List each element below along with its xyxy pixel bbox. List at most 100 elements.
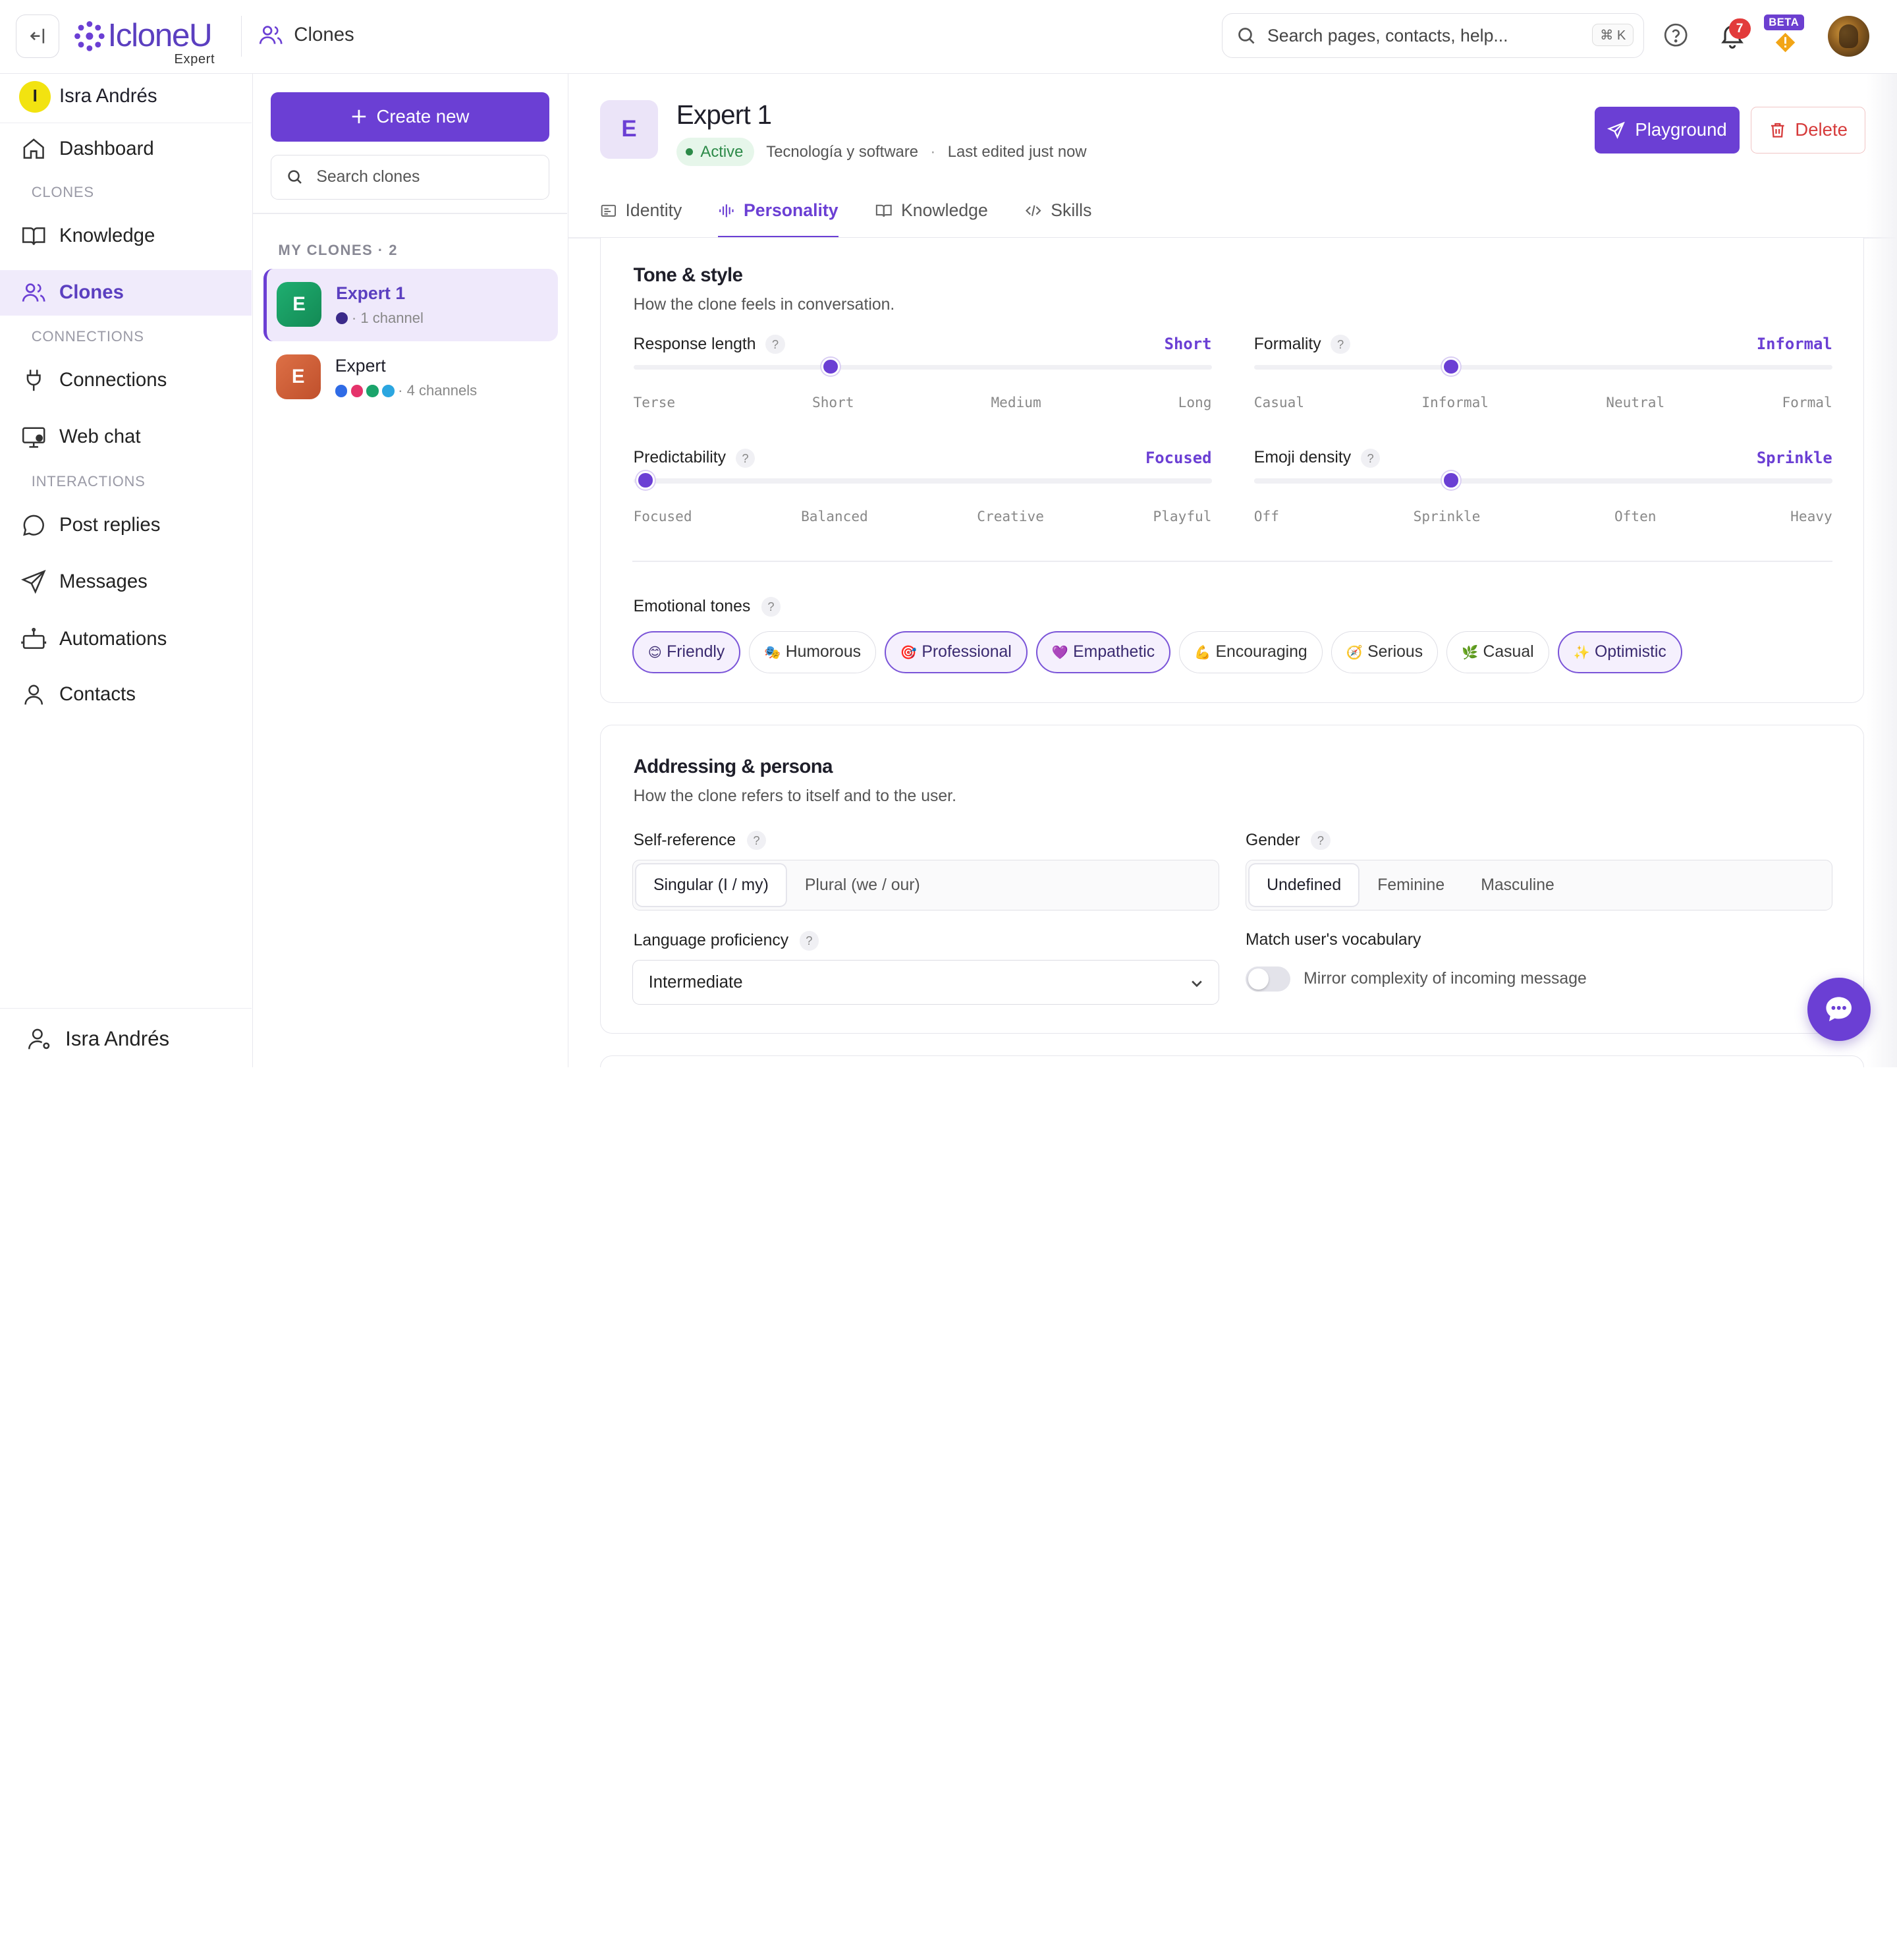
help-badge[interactable]: ? bbox=[1331, 334, 1350, 354]
gender-masculine[interactable]: Masculine bbox=[1464, 864, 1572, 905]
user-settings-icon bbox=[28, 1028, 50, 1050]
top-header: IcloneU Expert Clones Search pages, cont… bbox=[0, 0, 1897, 74]
gender-segmented: Undefined Feminine Masculine bbox=[1245, 860, 1832, 911]
tone-chip-casual[interactable]: 🌿 Casual bbox=[1446, 630, 1549, 674]
persona-title: Addressing & persona bbox=[633, 756, 833, 778]
tone-chip-optimistic[interactable]: ✨ Optimistic bbox=[1557, 630, 1682, 674]
support-chat-button[interactable] bbox=[1807, 978, 1871, 1041]
sidebar-user-switcher[interactable]: I Isra Andrés bbox=[0, 74, 252, 124]
help-badge[interactable]: ? bbox=[1360, 448, 1381, 468]
slider-thumb[interactable] bbox=[821, 357, 840, 376]
slider-tick-label[interactable]: Often bbox=[1614, 508, 1657, 524]
slider-tick-label[interactable]: Focused bbox=[634, 508, 692, 524]
clone-header-avatar: E bbox=[599, 100, 659, 159]
right-scroll-edge bbox=[1867, 74, 1897, 1067]
clone-list-item[interactable]: E Expert 1 · 1 channel bbox=[263, 268, 558, 341]
slider-tick-label[interactable]: Playful bbox=[1153, 508, 1212, 524]
clone-tabs: Identity Personality Knowledge Skills bbox=[600, 190, 1091, 239]
slider-tick-label[interactable]: Casual bbox=[1254, 394, 1304, 410]
match-vocabulary-toggle[interactable] bbox=[1245, 966, 1290, 992]
tone-chip-friendly[interactable]: 😊 Friendly bbox=[632, 630, 741, 674]
tone-chip-humorous[interactable]: 🎭 Humorous bbox=[749, 630, 877, 674]
slider-tick-label[interactable]: Heavy bbox=[1790, 508, 1832, 524]
slider-tick-label[interactable]: Long bbox=[1178, 394, 1212, 410]
self-reference-segmented: Singular (I / my) Plural (we / our) bbox=[632, 860, 1219, 911]
self-reference-singular[interactable]: Singular (I / my) bbox=[636, 864, 786, 906]
slider-tick-label[interactable]: Informal bbox=[1421, 394, 1489, 410]
chat-bubble-icon bbox=[1826, 997, 1852, 1022]
help-badge[interactable]: ? bbox=[799, 931, 819, 951]
tone-chip-encouraging[interactable]: 💪 Encouraging bbox=[1179, 630, 1323, 674]
slider-tick-label[interactable]: Sprinkle bbox=[1414, 508, 1481, 524]
slider-track[interactable] bbox=[633, 364, 1212, 370]
create-new-button[interactable]: Create new bbox=[271, 92, 549, 142]
sidebar-item-messages[interactable]: Messages bbox=[0, 559, 252, 605]
self-reference-plural[interactable]: Plural (we / our) bbox=[788, 864, 937, 905]
slider-thumb[interactable] bbox=[1442, 471, 1460, 490]
tones-divider bbox=[632, 561, 1832, 563]
sidebar-item-contacts[interactable]: Contacts bbox=[0, 671, 252, 717]
slider-formality: Formality? Informal Casual Informal Neutral F… bbox=[1253, 334, 1832, 420]
collapse-sidebar-button[interactable] bbox=[15, 14, 59, 59]
clone-list-item[interactable]: E Expert · 4 channels bbox=[263, 341, 557, 414]
sidebar-item-dashboard[interactable]: Dashboard bbox=[0, 126, 252, 172]
sidebar-footer-account[interactable]: Isra Andrés bbox=[0, 1007, 252, 1067]
sidebar-item-clones[interactable]: Clones bbox=[0, 269, 252, 316]
language-proficiency-select[interactable]: Intermediate bbox=[632, 960, 1219, 1005]
toggle-knob bbox=[1248, 968, 1269, 990]
tone-emoji-icon: 🌿 bbox=[1462, 644, 1479, 661]
help-badge[interactable]: ? bbox=[735, 448, 756, 468]
slider-tick-label[interactable]: Terse bbox=[634, 394, 676, 410]
tone-chip-serious[interactable]: 🧭 Serious bbox=[1331, 630, 1439, 674]
help-badge[interactable]: ? bbox=[761, 597, 781, 617]
clone-name: Expert 1 bbox=[336, 283, 406, 303]
tone-style-title: Tone & style bbox=[633, 264, 743, 287]
tab-knowledge[interactable]: Knowledge bbox=[875, 190, 988, 238]
help-badge[interactable]: ? bbox=[746, 830, 767, 851]
search-clones-placeholder: Search clones bbox=[316, 168, 420, 186]
slider-tick-label[interactable]: Balanced bbox=[801, 508, 868, 524]
slider-tick-label[interactable]: Neutral bbox=[1606, 394, 1664, 410]
tone-chip-empathetic[interactable]: 💜 Empathetic bbox=[1035, 630, 1171, 674]
sidebar-item-web-chat[interactable]: Web chat bbox=[0, 414, 252, 460]
tab-identity[interactable]: Identity bbox=[600, 190, 682, 238]
tone-style-subtitle: How the clone feels in conversation. bbox=[633, 296, 895, 314]
slider-tick-label[interactable]: Creative bbox=[977, 508, 1044, 524]
tone-chip-professional[interactable]: 🎯 Professional bbox=[884, 630, 1028, 674]
slider-value: Focused bbox=[1145, 448, 1212, 467]
tab-skills[interactable]: Skills bbox=[1024, 190, 1091, 238]
slider-thumb[interactable] bbox=[636, 471, 655, 490]
status-label: Active bbox=[700, 142, 744, 161]
gender-feminine[interactable]: Feminine bbox=[1361, 864, 1462, 905]
slider-track[interactable] bbox=[633, 478, 1212, 484]
gender-undefined[interactable]: Undefined bbox=[1250, 864, 1358, 906]
delete-button[interactable]: Delete bbox=[1750, 106, 1866, 154]
help-badge[interactable]: ? bbox=[765, 334, 785, 354]
beta-indicator[interactable]: BETA bbox=[1763, 14, 1804, 55]
header-section-title: Clones bbox=[258, 22, 354, 48]
tab-personality[interactable]: Personality bbox=[718, 190, 839, 238]
sidebar-item-post-replies[interactable]: Post replies bbox=[0, 502, 252, 548]
sidebar-item-knowledge[interactable]: Knowledge bbox=[0, 213, 252, 259]
help-badge[interactable]: ? bbox=[1311, 830, 1331, 851]
sidebar-item-label: Automations bbox=[59, 627, 167, 650]
slider-tick-label[interactable]: Medium bbox=[991, 394, 1041, 410]
help-icon[interactable] bbox=[1663, 22, 1689, 48]
search-clones-input[interactable]: Search clones bbox=[271, 155, 549, 200]
global-search-input[interactable]: Search pages, contacts, help... ⌘ K bbox=[1222, 13, 1645, 59]
emotional-tone-chips: 😊 Friendly 🎭 Humorous 🎯 Professional 💜 Empathet… bbox=[632, 630, 1682, 674]
slider-track[interactable] bbox=[1253, 478, 1832, 484]
logo-mark-icon bbox=[74, 21, 105, 51]
app-window: IcloneU Expert Clones Search pages, cont… bbox=[0, 0, 1897, 1067]
id-card-icon bbox=[601, 204, 616, 217]
user-avatar[interactable] bbox=[1828, 15, 1869, 57]
slider-tick-label[interactable]: Short bbox=[812, 394, 854, 410]
send-icon bbox=[1607, 121, 1625, 139]
sidebar-item-connections[interactable]: Connections bbox=[0, 357, 252, 403]
slider-tick-label[interactable]: Formal bbox=[1782, 394, 1832, 410]
slider-tick-label[interactable]: Off bbox=[1254, 508, 1279, 524]
slider-thumb[interactable] bbox=[1442, 357, 1460, 376]
playground-button[interactable]: Playground bbox=[1594, 106, 1740, 154]
slider-track[interactable] bbox=[1253, 364, 1832, 370]
sidebar-item-automations[interactable]: Automations bbox=[0, 616, 252, 662]
